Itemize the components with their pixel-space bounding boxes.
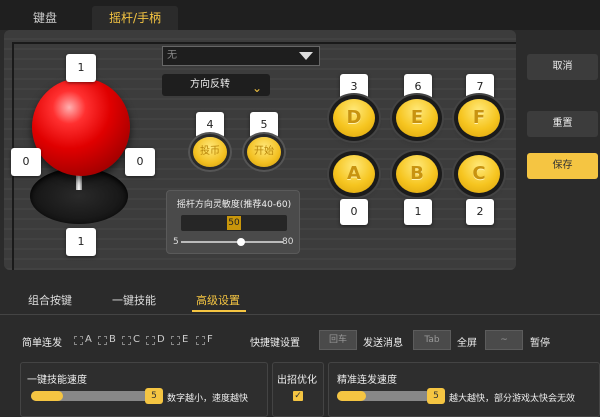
- move-optimization-checkbox[interactable]: ✓: [293, 391, 303, 401]
- top-tab-bar: 键盘 摇杆/手柄: [0, 0, 600, 30]
- joystick-ball: [32, 78, 130, 176]
- coin-key[interactable]: 4: [196, 112, 224, 138]
- joystick-down-key[interactable]: 1: [66, 228, 96, 256]
- tab-joystick[interactable]: 摇杆/手柄: [92, 6, 178, 30]
- triangle-down-icon: [299, 52, 313, 60]
- action-key-d[interactable]: 3: [340, 74, 368, 100]
- hotkey-fullscreen-field[interactable]: Tab: [413, 330, 451, 350]
- action-key-b[interactable]: 1: [404, 199, 432, 225]
- skill-speed-slider-fill: [31, 391, 64, 401]
- joystick-right-key[interactable]: 0: [125, 148, 155, 176]
- save-button[interactable]: 保存: [527, 153, 598, 179]
- auto-fire-checkbox-a[interactable]: [74, 336, 83, 345]
- hotkey-send-message-field[interactable]: 回车: [319, 330, 357, 350]
- precise-fire-slider-fill: [337, 391, 366, 401]
- start-key[interactable]: 5: [250, 112, 278, 138]
- sensitivity-value: 50: [227, 216, 241, 230]
- action-button-f[interactable]: F: [458, 99, 500, 137]
- auto-fire-label-b: B: [109, 334, 116, 345]
- action-button-b[interactable]: B: [396, 155, 438, 193]
- sensitivity-min-label: 5: [173, 237, 179, 247]
- sensitivity-slider-handle[interactable]: [237, 238, 245, 246]
- auto-fire-checkbox-e[interactable]: [171, 336, 180, 345]
- sensitivity-max-label: 80: [282, 237, 294, 247]
- precise-fire-panel: 精准连发速度 5 越大越快，部分游戏太快会无效: [328, 362, 600, 417]
- auto-fire-checkbox-d[interactable]: [146, 336, 155, 345]
- joystick-left-key[interactable]: 0: [11, 148, 41, 176]
- reset-button[interactable]: 重置: [527, 111, 598, 137]
- skill-speed-value[interactable]: 5: [145, 388, 163, 404]
- chevron-down-icon: ⌄: [251, 81, 262, 95]
- sensitivity-title: 摇杆方向灵敏度(推荐40-60): [176, 200, 292, 210]
- action-button-c[interactable]: C: [458, 155, 500, 193]
- hotkey-pause-field[interactable]: ~: [485, 330, 523, 350]
- action-key-e[interactable]: 6: [404, 74, 432, 100]
- skill-speed-title: 一键技能速度: [27, 375, 87, 386]
- auto-fire-label: 简单连发: [22, 338, 62, 349]
- direction-select[interactable]: 无: [162, 46, 320, 66]
- tab-combo-keys[interactable]: 组合按键: [28, 292, 72, 308]
- action-key-c[interactable]: 2: [466, 199, 494, 225]
- coin-button[interactable]: 投币: [193, 137, 227, 167]
- auto-fire-label-a: A: [85, 334, 92, 345]
- direction-reverse-toggle[interactable]: 方向反转 ⌄: [162, 74, 270, 96]
- sensitivity-slider[interactable]: [181, 238, 283, 246]
- sensitivity-panel: 摇杆方向灵敏度(推荐40-60) 50 5 80: [166, 190, 300, 254]
- move-optimization-title: 出招优化: [277, 375, 317, 386]
- direction-reverse-label: 方向反转: [190, 79, 230, 90]
- precise-fire-value[interactable]: 5: [427, 388, 445, 404]
- hotkey-send-message-label: 发送消息: [363, 338, 403, 349]
- skill-speed-panel: 一键技能速度 5 数字越小，速度越快: [20, 362, 268, 417]
- hotkey-pause-label: 暂停: [530, 338, 550, 349]
- auto-fire-label-c: C: [133, 334, 140, 345]
- tab-one-key-skill[interactable]: 一键技能: [112, 292, 156, 308]
- auto-fire-checkbox-f[interactable]: [196, 336, 205, 345]
- precise-fire-hint: 越大越快，部分游戏太快会无效: [449, 394, 576, 404]
- settings-tab-bar: 组合按键 一键技能 高级设置: [0, 286, 600, 314]
- direction-select-value: 无: [167, 50, 177, 61]
- auto-fire-checkbox-c[interactable]: [122, 336, 131, 345]
- auto-fire-label-e: E: [182, 334, 189, 345]
- precise-fire-title: 精准连发速度: [337, 375, 397, 386]
- auto-fire-label-f: F: [207, 334, 213, 345]
- start-button[interactable]: 开始: [247, 137, 281, 167]
- action-button-d[interactable]: D: [333, 99, 375, 137]
- hotkey-settings-label: 快捷键设置: [250, 338, 300, 349]
- auto-fire-label-d: D: [157, 334, 165, 345]
- tab-keyboard[interactable]: 键盘: [10, 6, 80, 30]
- action-key-f[interactable]: 7: [466, 74, 494, 100]
- skill-speed-slider[interactable]: [31, 391, 153, 401]
- action-button-a[interactable]: A: [333, 155, 375, 193]
- precise-fire-slider[interactable]: [337, 391, 431, 401]
- sensitivity-value-field[interactable]: 50: [181, 215, 287, 231]
- tab-advanced-settings[interactable]: 高级设置: [196, 292, 240, 308]
- joystick-up-key[interactable]: 1: [66, 54, 96, 82]
- active-tab-indicator: [192, 310, 246, 312]
- cancel-button[interactable]: 取消: [527, 54, 598, 80]
- auto-fire-checkbox-b[interactable]: [98, 336, 107, 345]
- move-optimization-panel: 出招优化 ✓: [272, 362, 324, 417]
- action-button-e[interactable]: E: [396, 99, 438, 137]
- hotkey-fullscreen-label: 全屏: [457, 338, 477, 349]
- skill-speed-hint: 数字越小，速度越快: [167, 394, 249, 404]
- divider: [0, 314, 600, 315]
- action-key-a[interactable]: 0: [340, 199, 368, 225]
